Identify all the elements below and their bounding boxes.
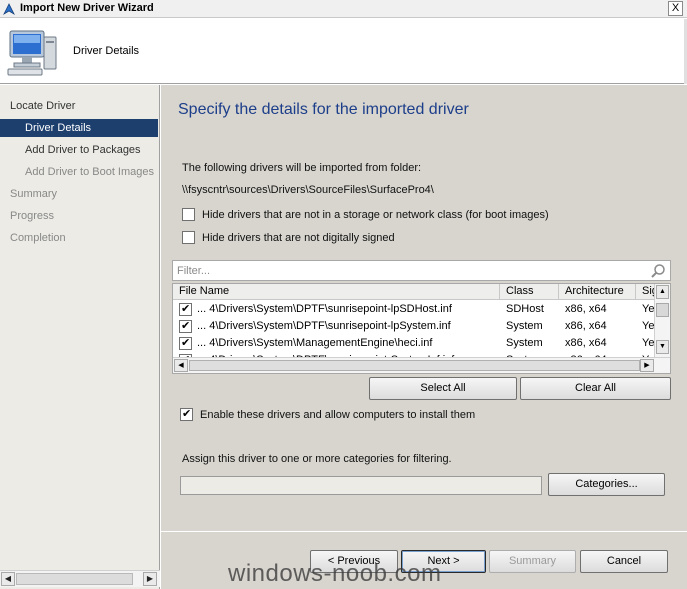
search-icon[interactable] <box>650 263 666 279</box>
folder-path-text: \\fsyscntr\sources\Drivers\SourceFiles\S… <box>182 184 434 196</box>
categories-button[interactable]: Categories... <box>548 473 665 496</box>
column-architecture[interactable]: Architecture <box>559 284 636 300</box>
row-class: System <box>506 320 543 332</box>
step-driver-details: Driver Details <box>0 119 158 137</box>
filter-input[interactable]: Filter... <box>172 260 671 281</box>
select-all-button[interactable]: Select All <box>369 377 517 400</box>
row-architecture: x86, x64 <box>565 303 607 315</box>
watermark-text: windows-noob.com <box>228 560 442 587</box>
step-add-driver-to-boot-images: Add Driver to Boot Images <box>25 166 155 178</box>
hide-unsigned-label: Hide drivers that are not digitally sign… <box>202 232 395 244</box>
row-file-name: ... 4\Drivers\System\ManagementEngine\he… <box>197 337 433 349</box>
hide-unsigned-checkbox[interactable] <box>182 231 195 244</box>
footer-separator <box>161 531 687 532</box>
filter-placeholder: Filter... <box>177 265 211 277</box>
driver-details-panel: Specify the details for the imported dri… <box>161 85 687 589</box>
window-title: Import New Driver Wizard <box>20 2 154 14</box>
row-class: SDHost <box>506 303 544 315</box>
scroll-down-arrow-icon[interactable]: ▼ <box>656 340 669 354</box>
row-checkbox[interactable] <box>179 336 192 350</box>
wizard-app-icon <box>3 3 15 16</box>
row-file-name: ... 4\Drivers\System\DPTF\sunrisepoint-l… <box>197 303 452 315</box>
scroll-thumb[interactable] <box>656 303 669 317</box>
wizard-header: Driver Details <box>0 19 687 84</box>
scroll-left-arrow-icon[interactable]: ◀ <box>174 359 188 372</box>
row-file-name: ... 4\Drivers\System\DPTF\sunrisepoint-l… <box>197 320 451 332</box>
close-button[interactable]: X <box>668 1 683 16</box>
row-class: System <box>506 337 543 349</box>
folder-intro-text: The following drivers will be imported f… <box>182 162 422 174</box>
clear-all-button[interactable]: Clear All <box>520 377 671 400</box>
step-completion: Completion <box>10 232 66 244</box>
row-checkbox[interactable] <box>179 302 192 316</box>
scroll-left-arrow-icon[interactable]: ◀ <box>1 572 15 586</box>
step-progress: Progress <box>10 210 55 222</box>
scroll-right-arrow-icon[interactable]: ▶ <box>640 359 654 372</box>
row-architecture: x86, x64 <box>565 320 607 332</box>
row-architecture: x86, x64 <box>565 337 607 349</box>
hide-non-storage-label: Hide drivers that are not in a storage o… <box>202 209 549 221</box>
table-row[interactable]: ... 4\Drivers\System\ManagementEngine\he… <box>173 335 656 352</box>
table-row[interactable]: ... 4\Drivers\System\DPTF\sunrisepoint-l… <box>173 301 656 318</box>
scroll-up-arrow-icon[interactable]: ▲ <box>656 285 669 299</box>
summary-button: Summary <box>489 550 576 573</box>
column-file-name[interactable]: File Name <box>173 284 500 300</box>
computer-icon <box>7 30 57 76</box>
categories-field <box>180 476 542 495</box>
step-locate-driver: Locate Driver <box>10 100 76 112</box>
enable-drivers-checkbox[interactable] <box>180 407 193 421</box>
grid-horizontal-scrollbar[interactable]: ◀ ▶ <box>173 357 670 373</box>
drivers-grid: File Name Class Architecture Sig ... 4\D… <box>172 283 671 374</box>
header-title: Driver Details <box>73 45 140 57</box>
scroll-right-arrow-icon[interactable]: ▶ <box>143 572 157 586</box>
scroll-thumb[interactable] <box>189 360 640 371</box>
table-row[interactable]: ... 4\Drivers\System\DPTF\sunrisepoint-l… <box>173 318 656 335</box>
wizard-steps-sidebar: Locate Driver Driver Details Add Driver … <box>0 85 160 589</box>
sidebar-horizontal-scrollbar[interactable]: ◀ ▶ <box>0 570 160 587</box>
column-class[interactable]: Class <box>500 284 559 300</box>
hide-non-storage-checkbox[interactable] <box>182 208 195 221</box>
step-add-driver-to-packages: Add Driver to Packages <box>25 144 141 156</box>
scroll-thumb[interactable] <box>16 573 133 585</box>
grid-header: File Name Class Architecture Sig <box>173 284 658 300</box>
title-bar: Import New Driver Wizard X <box>0 0 687 18</box>
grid-vertical-scrollbar[interactable]: ▲ ▼ <box>654 284 670 357</box>
page-heading: Specify the details for the imported dri… <box>178 101 469 118</box>
step-summary: Summary <box>10 188 58 200</box>
row-checkbox[interactable] <box>179 319 192 333</box>
cancel-button[interactable]: Cancel <box>580 550 668 573</box>
assign-categories-text: Assign this driver to one or more catego… <box>182 453 452 465</box>
enable-drivers-label: Enable these drivers and allow computers… <box>200 409 476 421</box>
